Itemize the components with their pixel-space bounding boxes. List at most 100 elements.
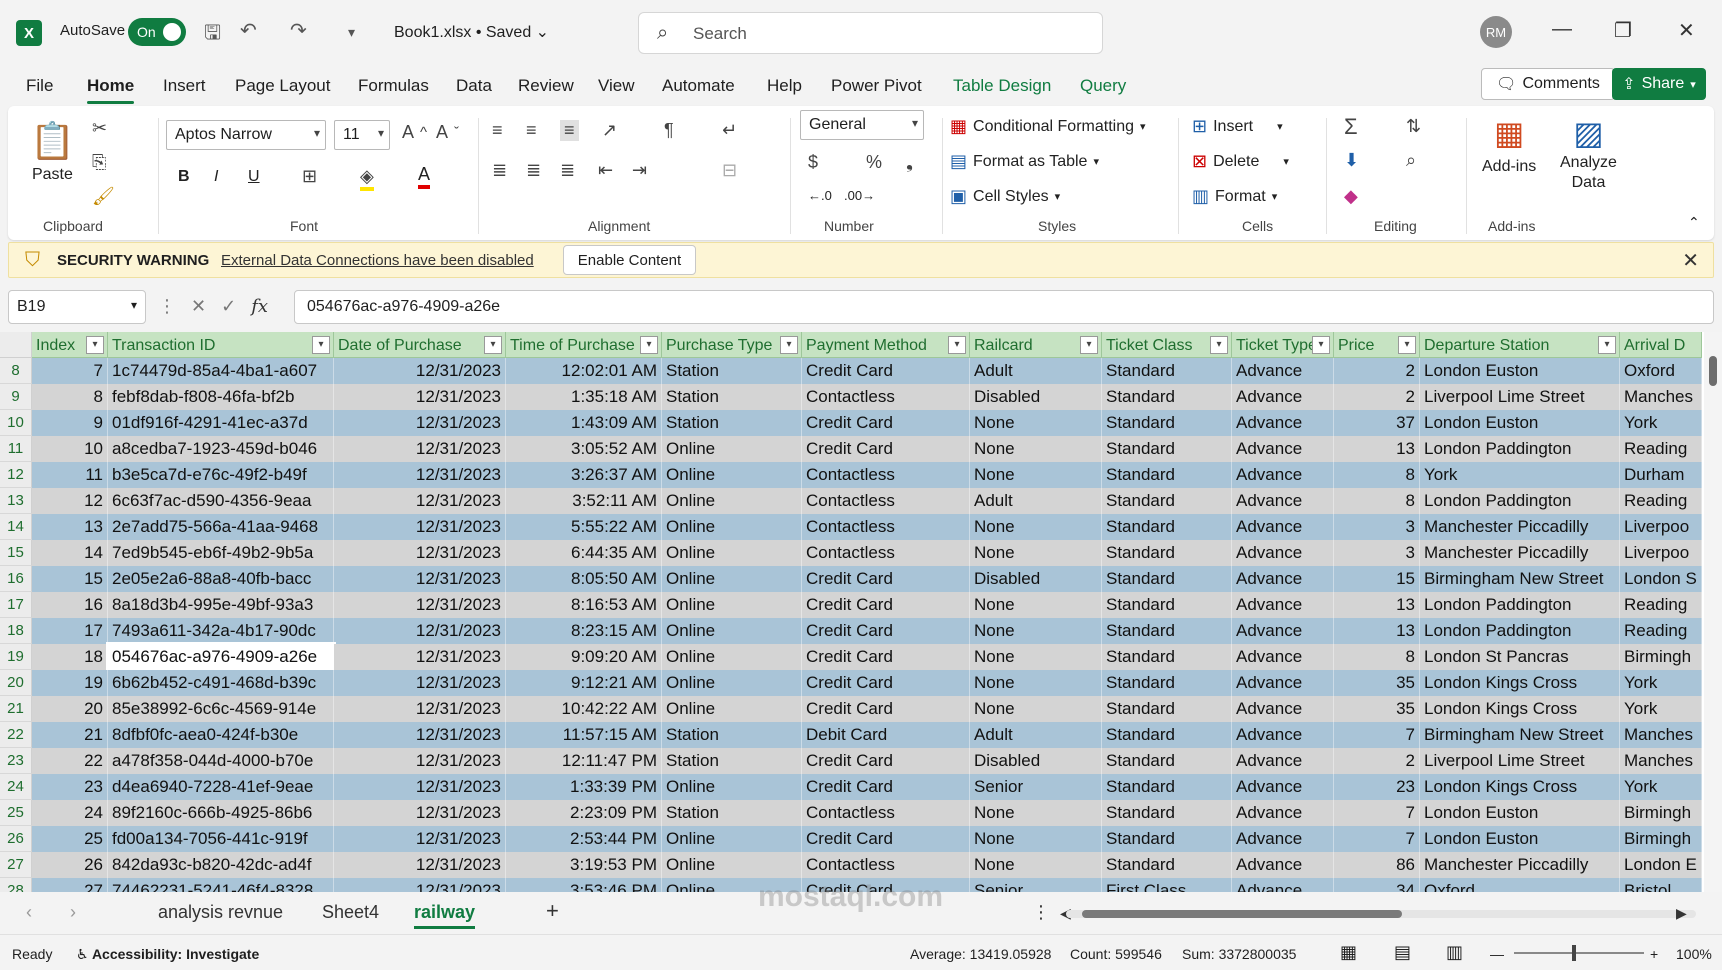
cell-arrival-destination[interactable]: York (1620, 696, 1702, 722)
row-header[interactable]: 23 (0, 748, 32, 774)
tab-help[interactable]: Help (767, 76, 802, 96)
cell-price[interactable]: 37 (1334, 410, 1420, 436)
cell-ticket-type[interactable]: Advance (1232, 592, 1334, 618)
cell-transaction-id[interactable]: 6c63f7ac-d590-4356-9eaa (108, 488, 334, 514)
cell-purchase-type[interactable]: Online (662, 592, 802, 618)
cell-departure-station[interactable]: London Kings Cross (1420, 774, 1620, 800)
cell-payment-method[interactable]: Credit Card (802, 826, 970, 852)
cell-railcard[interactable]: Disabled (970, 566, 1102, 592)
cell-railcard[interactable]: Disabled (970, 384, 1102, 410)
cell-transaction-id[interactable]: a8cedba7-1923-459d-b046 (108, 436, 334, 462)
format-as-table-button[interactable]: ▤ Format as Table ▾ (950, 151, 1099, 172)
cell-date-of-purchase[interactable]: 12/31/2023 (334, 410, 506, 436)
cell-departure-station[interactable]: London Euston (1420, 826, 1620, 852)
cell-purchase-type[interactable]: Station (662, 748, 802, 774)
minimize-icon[interactable]: — (1552, 18, 1572, 41)
cell-arrival-destination[interactable]: Liverpoo (1620, 514, 1702, 540)
undo-icon[interactable]: ↶ (240, 18, 257, 43)
cell-railcard[interactable]: Adult (970, 722, 1102, 748)
cell-ticket-class[interactable]: Standard (1102, 540, 1232, 566)
cell-departure-station[interactable]: Liverpool Lime Street (1420, 384, 1620, 410)
percent-icon[interactable]: % (866, 152, 882, 173)
tab-file[interactable]: File (26, 76, 53, 96)
cell-index[interactable]: 10 (32, 436, 108, 462)
cell-transaction-id[interactable]: 054676ac-a976-4909-a26e (106, 642, 336, 672)
zoom-in-icon[interactable]: + (1650, 946, 1658, 962)
cell-index[interactable]: 23 (32, 774, 108, 800)
cut-icon[interactable]: ✂ (92, 118, 107, 139)
font-size-select[interactable]: 11 ▾ (334, 120, 390, 150)
avatar[interactable]: RM (1480, 16, 1512, 48)
cell-arrival-destination[interactable]: York (1620, 774, 1702, 800)
cell-ticket-class[interactable]: Standard (1102, 670, 1232, 696)
cell-time-of-purchase[interactable]: 3:52:11 AM (506, 488, 662, 514)
cell-arrival-destination[interactable]: Liverpoo (1620, 540, 1702, 566)
delete-cells-button[interactable]: ⊠ Delete ▾ (1192, 151, 1289, 172)
cell-ticket-class[interactable]: Standard (1102, 358, 1232, 384)
row-header[interactable]: 12 (0, 462, 32, 488)
cell-ticket-class[interactable]: Standard (1102, 826, 1232, 852)
cell-railcard[interactable]: None (970, 462, 1102, 488)
font-color-icon[interactable]: A (418, 164, 431, 189)
column-header-departure-station[interactable]: Departure Station ▾ (1420, 332, 1620, 358)
cell-purchase-type[interactable]: Online (662, 540, 802, 566)
cell-railcard[interactable]: Disabled (970, 748, 1102, 774)
cell-price[interactable]: 34 (1334, 878, 1420, 892)
cell-payment-method[interactable]: Contactless (802, 384, 970, 410)
column-header-purchase-type[interactable]: Purchase Type ▾ (662, 332, 802, 358)
increase-decimal-icon[interactable]: ←.0 (808, 188, 832, 203)
redo-icon[interactable]: ↷ (290, 18, 307, 43)
cell-index[interactable]: 25 (32, 826, 108, 852)
align-top-icon[interactable]: ≡ (492, 120, 503, 141)
currency-icon[interactable]: $ (808, 152, 818, 173)
cell-purchase-type[interactable]: Online (662, 670, 802, 696)
vertical-scrollbar[interactable] (1704, 332, 1722, 892)
cell-purchase-type[interactable]: Online (662, 696, 802, 722)
cell-arrival-destination[interactable]: London E (1620, 852, 1702, 878)
cell-time-of-purchase[interactable]: 6:44:35 AM (506, 540, 662, 566)
cell-railcard[interactable]: None (970, 644, 1102, 670)
collapse-ribbon-icon[interactable]: ⌃ (1688, 214, 1700, 231)
cell-ticket-class[interactable]: Standard (1102, 722, 1232, 748)
align-middle-icon[interactable]: ≡ (526, 120, 537, 141)
cell-ticket-class[interactable]: Standard (1102, 748, 1232, 774)
cell-ticket-type[interactable]: Advance (1232, 462, 1334, 488)
cell-ticket-type[interactable]: Advance (1232, 696, 1334, 722)
filter-dropdown-icon[interactable]: ▾ (780, 336, 798, 354)
cell-time-of-purchase[interactable]: 1:43:09 AM (506, 410, 662, 436)
cell-transaction-id[interactable]: 89f2160c-666b-4925-86b6 (108, 800, 334, 826)
cell-ticket-class[interactable]: First Class (1102, 878, 1232, 892)
filter-dropdown-icon[interactable]: ▾ (1598, 336, 1616, 354)
filter-dropdown-icon[interactable]: ▾ (312, 336, 330, 354)
tab-automate[interactable]: Automate (662, 76, 735, 96)
cell-ticket-class[interactable]: Standard (1102, 384, 1232, 410)
cell-index[interactable]: 9 (32, 410, 108, 436)
cell-price[interactable]: 13 (1334, 618, 1420, 644)
cell-date-of-purchase[interactable]: 12/31/2023 (334, 826, 506, 852)
tab-table-design[interactable]: Table Design (953, 76, 1051, 96)
tab-page-layout[interactable]: Page Layout (235, 76, 330, 96)
cancel-icon[interactable]: ✕ (191, 296, 206, 316)
close-window-icon[interactable]: ✕ (1678, 18, 1695, 43)
cell-date-of-purchase[interactable]: 12/31/2023 (334, 774, 506, 800)
cell-time-of-purchase[interactable]: 8:05:50 AM (506, 566, 662, 592)
cell-index[interactable]: 7 (32, 358, 108, 384)
cell-ticket-class[interactable]: Standard (1102, 566, 1232, 592)
cell-index[interactable]: 16 (32, 592, 108, 618)
cell-purchase-type[interactable]: Station (662, 800, 802, 826)
cell-payment-method[interactable]: Contactless (802, 800, 970, 826)
cell-payment-method[interactable]: Contactless (802, 488, 970, 514)
cell-payment-method[interactable]: Contactless (802, 514, 970, 540)
cell-price[interactable]: 3 (1334, 540, 1420, 566)
cell-styles-button[interactable]: ▣ Cell Styles ▾ (950, 186, 1060, 207)
cell-purchase-type[interactable]: Station (662, 722, 802, 748)
tab-data[interactable]: Data (456, 76, 492, 96)
cell-arrival-destination[interactable]: Manches (1620, 384, 1702, 410)
cell-ticket-class[interactable]: Standard (1102, 852, 1232, 878)
cell-departure-station[interactable]: London Paddington (1420, 592, 1620, 618)
column-header-date-of-purchase[interactable]: Date of Purchase ▾ (334, 332, 506, 358)
cell-payment-method[interactable]: Credit Card (802, 566, 970, 592)
add-ins-button[interactable]: ▦ Add-ins (1482, 114, 1536, 176)
cell-payment-method[interactable]: Credit Card (802, 618, 970, 644)
cell-index[interactable]: 15 (32, 566, 108, 592)
